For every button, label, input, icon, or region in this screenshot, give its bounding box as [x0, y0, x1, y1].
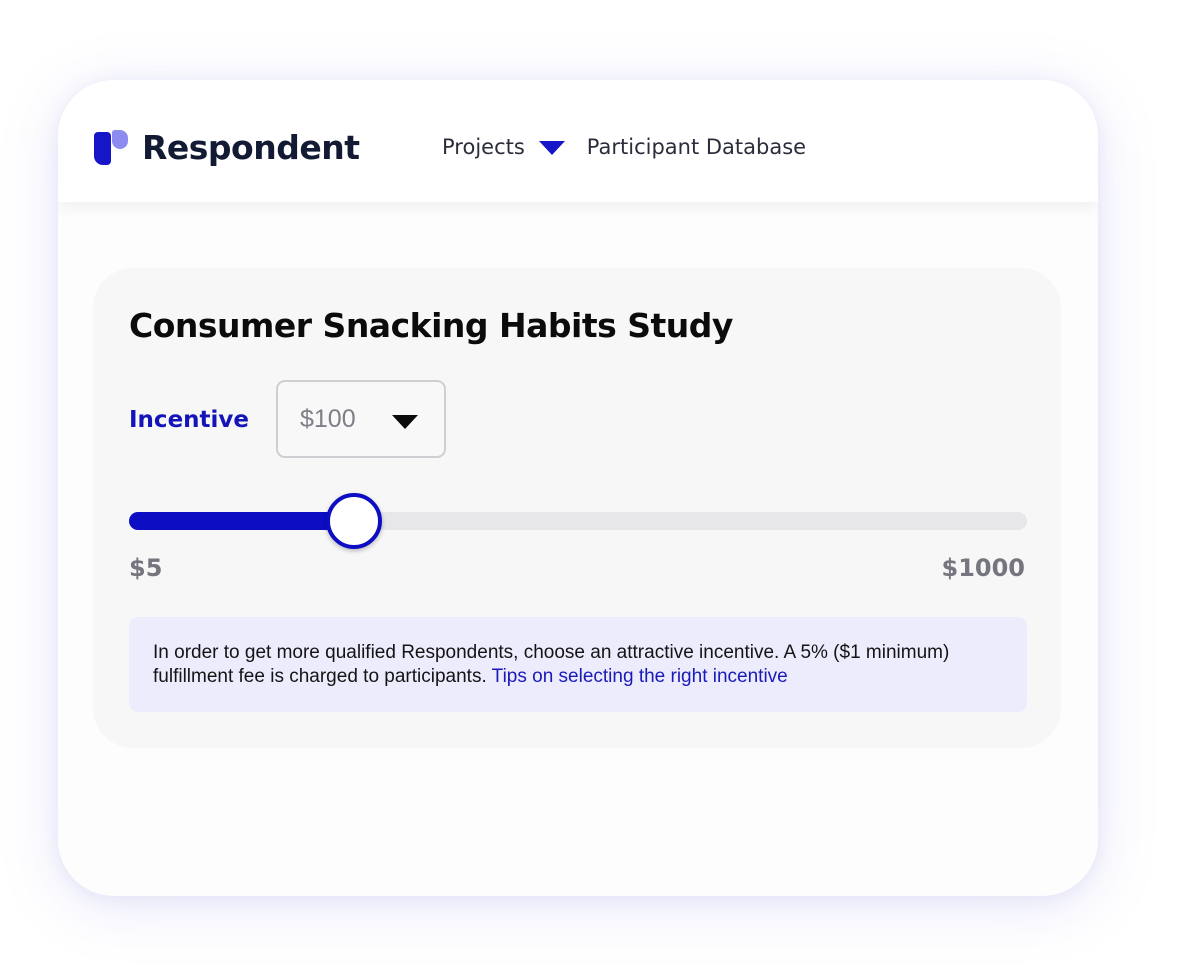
slider-fill	[129, 512, 354, 530]
nav-item-projects[interactable]: Projects	[442, 132, 525, 162]
caret-down-icon[interactable]	[538, 141, 565, 155]
nav-item-participant-database[interactable]: Participant Database	[587, 132, 806, 162]
brand-logo[interactable]: Respondent	[94, 130, 360, 166]
incentive-label: Incentive	[129, 407, 250, 433]
study-incentive-card: Consumer Snacking Habits Study Incentive…	[93, 268, 1061, 748]
slider-min-label: $5	[129, 554, 163, 582]
slider-max-label: $1000	[941, 554, 1026, 582]
brand-name: Respondent	[142, 128, 360, 167]
incentive-tips-link[interactable]: Tips on selecting the right incentive	[492, 666, 788, 687]
main-nav: Projects Participant Database	[442, 132, 806, 162]
caret-down-icon	[392, 415, 418, 429]
page-background: Respondent Projects Participant Database…	[0, 0, 1200, 976]
study-title: Consumer Snacking Habits Study	[129, 306, 733, 345]
app-window: Respondent Projects Participant Database…	[58, 80, 1098, 896]
incentive-selected-value: $100	[300, 405, 356, 433]
top-navigation-bar: Respondent Projects Participant Database	[58, 80, 1098, 202]
incentive-info-box: In order to get more qualified Responden…	[129, 617, 1027, 712]
respondent-logo-icon	[94, 130, 130, 166]
incentive-dropdown[interactable]: $100	[276, 380, 446, 458]
incentive-slider[interactable]	[129, 490, 1027, 550]
logo-mark-stem	[94, 132, 111, 165]
logo-mark-dot	[112, 130, 128, 149]
slider-thumb[interactable]	[326, 493, 382, 549]
